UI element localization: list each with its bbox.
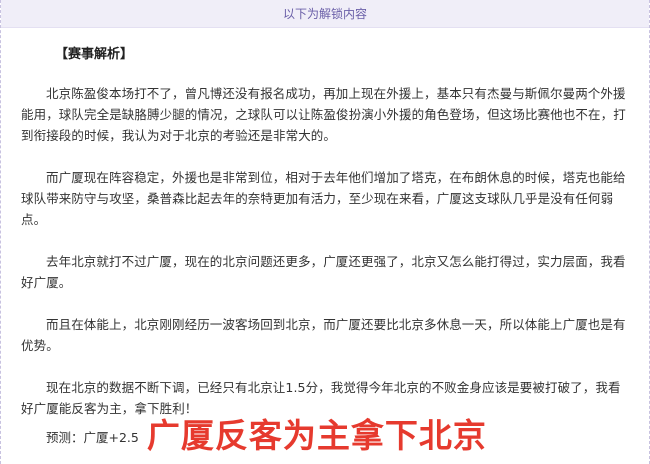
article-heading: 【赛事解析】 (55, 47, 134, 62)
article-frame: 以下为解锁内容 【赛事解析】 北京陈盈俊本场打不了，曾凡博还没有报名成功，再加上… (0, 0, 650, 464)
prediction-text: 预测：广厦+2.5 (46, 429, 139, 445)
article-paragraph-4: 而且在体能上，北京刚刚经历一波客场回到北京，而广厦还要比北京多休息一天，所以体能… (21, 317, 626, 353)
article-paragraph-2: 而广厦现在阵容稳定，外援也是非常到位，相对于去年他们增加了塔克，在布朗休息的时候… (21, 170, 626, 227)
prediction-row: 预测：广厦+2.5 广厦反客为主拿下北京 (21, 412, 487, 460)
article-paragraph-3: 去年北京就打不过广厦，现在的北京问题还更多，广厦还更强了，北京又怎么能打得过，实… (21, 254, 626, 290)
article-paragraph-1: 北京陈盈俊本场打不了，曾凡博还没有报名成功，再加上现在外援上，基本只有杰曼与斯佩… (21, 86, 626, 143)
article-content: 【赛事解析】 北京陈盈俊本场打不了，曾凡博还没有报名成功，再加上现在外援上，基本… (21, 44, 633, 440)
unlocked-content-banner: 以下为解锁内容 (1, 0, 649, 28)
overlay-caption: 广厦反客为主拿下北京 (146, 416, 487, 455)
